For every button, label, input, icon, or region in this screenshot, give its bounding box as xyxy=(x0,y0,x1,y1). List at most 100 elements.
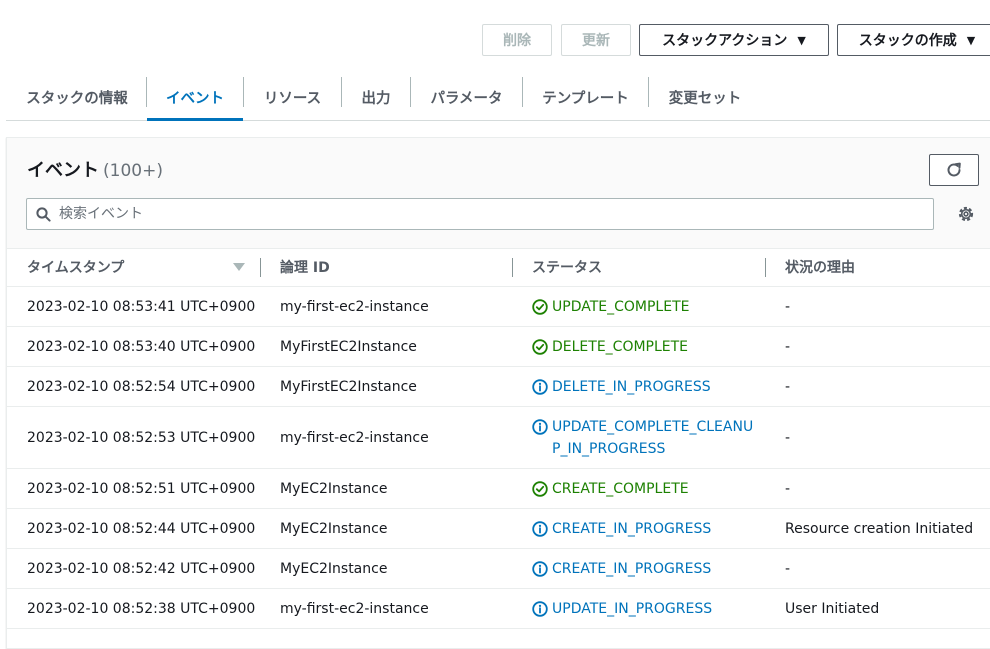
cell-timestamp: 2023-02-10 08:53:41 UTC+0900 xyxy=(27,298,256,315)
search-box xyxy=(26,198,934,230)
cell-logical-id: MyEC2Instance xyxy=(280,560,388,577)
table-row: 2023-02-10 08:53:40 UTC+0900 MyFirstEC2In… xyxy=(7,327,990,367)
status-text: CREATE_COMPLETE xyxy=(552,478,689,500)
column-divider[interactable] xyxy=(260,258,261,277)
check-circle-icon xyxy=(532,480,548,497)
cell-status: DELETE_COMPLETE xyxy=(532,327,688,366)
column-header-status[interactable]: ステータス xyxy=(532,248,602,286)
refresh-icon xyxy=(947,162,961,177)
check-circle-icon xyxy=(532,338,548,355)
column-header-logical-id[interactable]: 論理 ID xyxy=(280,248,330,286)
info-circle-icon xyxy=(532,600,548,617)
table-row: 2023-02-10 08:52:54 UTC+0900 MyFirstEC2In… xyxy=(7,367,990,407)
status-text-line: UPDATE_IN_PROGRESS xyxy=(552,600,713,617)
tab-label: 変更セット xyxy=(668,90,742,107)
stack-actions-button[interactable]: スタックアクション ▼ xyxy=(639,24,829,56)
tab-events[interactable]: イベント xyxy=(147,74,243,121)
status-indicator: CREATE_COMPLETE xyxy=(532,478,689,500)
events-title: イベント xyxy=(27,160,99,181)
check-circle-icon xyxy=(532,298,548,315)
cell-logical-id: MyFirstEC2Instance xyxy=(280,378,417,395)
cell-timestamp: 2023-02-10 08:52:42 UTC+0900 xyxy=(27,560,256,577)
stack-actions-label: スタックアクション xyxy=(662,33,788,49)
cell-status: UPDATE_COMPLETE xyxy=(532,287,689,326)
column-header-label: タイムスタンプ xyxy=(27,260,125,276)
column-divider[interactable] xyxy=(512,258,513,277)
cell-timestamp: 2023-02-10 08:53:40 UTC+0900 xyxy=(27,338,256,355)
column-divider[interactable] xyxy=(765,258,766,277)
status-text: DELETE_IN_PROGRESS xyxy=(552,376,711,398)
status-indicator: UPDATE_COMPLETE_CLEANU P_IN_PROGRESS xyxy=(532,416,753,460)
tab-template[interactable]: テンプレート xyxy=(523,74,648,120)
tab-label: イベント xyxy=(166,90,224,107)
status-indicator: CREATE_IN_PROGRESS xyxy=(532,558,711,580)
gear-icon[interactable] xyxy=(957,205,975,223)
status-text-line: CREATE_IN_PROGRESS xyxy=(552,520,712,537)
panel-title: イベント (100+) xyxy=(27,156,163,182)
cell-timestamp: 2023-02-10 08:52:44 UTC+0900 xyxy=(27,520,256,537)
cell-logical-id: my-first-ec2-instance xyxy=(280,429,429,446)
info-circle-icon xyxy=(532,560,548,577)
search-input[interactable] xyxy=(57,205,921,223)
status-text: UPDATE_COMPLETE xyxy=(552,296,689,318)
caret-down-icon: ▼ xyxy=(966,33,976,47)
status-indicator: DELETE_IN_PROGRESS xyxy=(532,376,711,398)
create-stack-button[interactable]: スタックの作成 ▼ xyxy=(837,24,990,56)
tab-outputs[interactable]: 出力 xyxy=(342,74,410,120)
column-header-label: 論理 ID xyxy=(280,260,330,276)
status-indicator: UPDATE_COMPLETE xyxy=(532,296,689,318)
info-circle-icon xyxy=(532,418,548,435)
tab-label: スタックの情報 xyxy=(26,90,128,107)
tab-resources[interactable]: リソース xyxy=(244,74,341,120)
events-panel-header: イベント (100+) xyxy=(7,138,990,249)
table-row: 2023-02-10 08:52:42 UTC+0900 MyEC2Instanc… xyxy=(7,549,990,589)
status-text-line: UPDATE_COMPLETE xyxy=(552,298,690,315)
status-text-line: CREATE_COMPLETE xyxy=(552,480,689,497)
delete-button[interactable]: 削除 xyxy=(482,24,552,56)
table-header: タイムスタンプ 論理 ID ステータス 状況の理由 xyxy=(7,248,990,287)
tab-parameters[interactable]: パラメータ xyxy=(411,74,522,120)
tab-label: テンプレート xyxy=(542,90,629,107)
search-icon xyxy=(36,206,51,222)
create-stack-label: スタックの作成 xyxy=(858,33,957,49)
info-circle-icon xyxy=(532,520,548,537)
cell-logical-id: MyFirstEC2Instance xyxy=(280,338,417,355)
cell-reason: Resource creation Initiated xyxy=(785,520,974,537)
cell-reason: - xyxy=(785,480,791,497)
cell-status: DELETE_IN_PROGRESS xyxy=(532,367,711,406)
column-header-timestamp[interactable]: タイムスタンプ xyxy=(27,248,124,286)
status-text-line: DELETE_COMPLETE xyxy=(552,338,689,355)
table-row: 2023-02-10 08:52:53 UTC+0900 my-first-ec2… xyxy=(7,407,990,469)
cell-reason: - xyxy=(785,378,791,395)
status-text-line: CREATE_IN_PROGRESS xyxy=(552,560,712,577)
status-indicator: CREATE_IN_PROGRESS xyxy=(532,518,711,540)
update-button-label: 更新 xyxy=(582,33,610,49)
status-text: UPDATE_IN_PROGRESS xyxy=(552,598,712,620)
column-header-label: 状況の理由 xyxy=(785,260,855,276)
table-row: 2023-02-10 08:52:51 UTC+0900 MyEC2Instanc… xyxy=(7,469,990,509)
cell-reason: - xyxy=(785,338,791,355)
table-row: 2023-02-10 08:52:38 UTC+0900 my-first-ec2… xyxy=(7,589,990,629)
update-button[interactable]: 更新 xyxy=(561,24,631,56)
tab-label: パラメータ xyxy=(430,90,503,107)
status-indicator: UPDATE_IN_PROGRESS xyxy=(532,598,712,620)
column-header-reason[interactable]: 状況の理由 xyxy=(785,248,855,286)
cell-reason: User Initiated xyxy=(785,600,880,617)
tab-stack-info[interactable]: スタックの情報 xyxy=(24,74,130,120)
status-text: UPDATE_COMPLETE_CLEANU P_IN_PROGRESS xyxy=(552,416,753,460)
cell-timestamp: 2023-02-10 08:52:53 UTC+0900 xyxy=(27,429,256,446)
refresh-button[interactable] xyxy=(929,154,979,186)
events-count: (100+) xyxy=(103,161,163,181)
cell-timestamp: 2023-02-10 08:52:38 UTC+0900 xyxy=(27,600,256,617)
caret-down-icon: ▼ xyxy=(797,33,806,47)
tab-bar: スタックの情報 イベント リソース 出力 パラメータ テンプレート 変更セット xyxy=(6,74,990,121)
sort-descending-icon[interactable] xyxy=(233,263,245,271)
cell-status: CREATE_COMPLETE xyxy=(532,469,689,508)
cell-logical-id: my-first-ec2-instance xyxy=(280,298,429,315)
tab-change-sets[interactable]: 変更セット xyxy=(649,74,761,120)
table-row: 2023-02-10 08:53:41 UTC+0900 my-first-ec2… xyxy=(7,287,990,327)
cell-status: CREATE_IN_PROGRESS xyxy=(532,509,711,548)
status-indicator: DELETE_COMPLETE xyxy=(532,336,688,358)
cell-reason: - xyxy=(785,560,791,577)
status-text-line: DELETE_IN_PROGRESS xyxy=(552,378,711,395)
